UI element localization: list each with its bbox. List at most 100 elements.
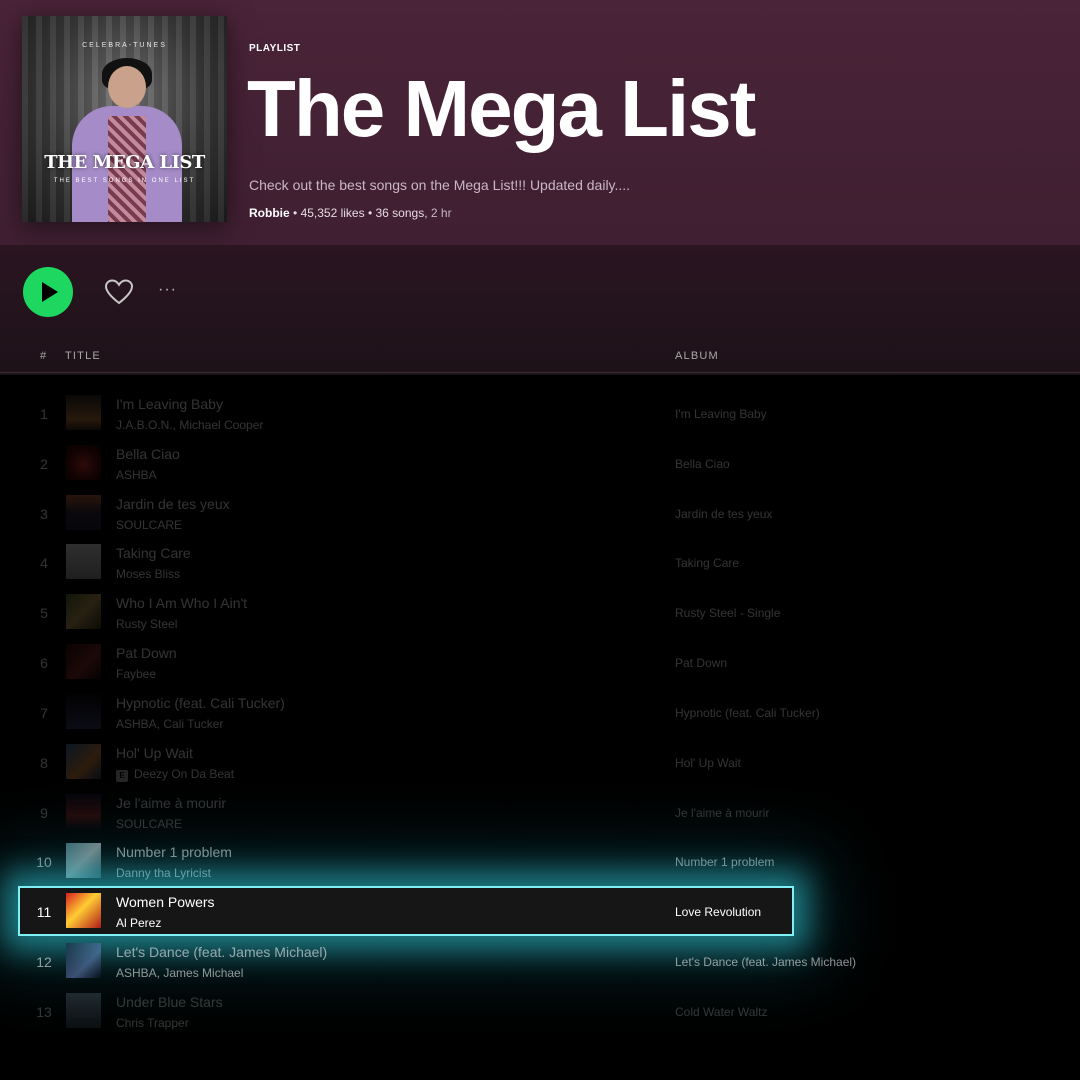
track-artist[interactable]: Danny tha Lyricist xyxy=(116,866,211,880)
track-row[interactable]: 2 Bella Ciao ASHBA Bella Ciao xyxy=(0,439,1080,487)
explicit-badge: E xyxy=(116,770,128,782)
album-art-thumbnail xyxy=(66,495,101,530)
track-artist[interactable]: Rusty Steel xyxy=(116,617,177,631)
track-artist[interactable]: ASHBA, James Michael xyxy=(116,966,243,980)
column-album[interactable]: ALBUM xyxy=(675,350,719,362)
album-art-thumbnail xyxy=(66,644,101,679)
track-album[interactable]: Rusty Steel - Single xyxy=(675,606,780,620)
track-row[interactable]: 7 Hypnotic (feat. Cali Tucker) ASHBA, Ca… xyxy=(0,688,1080,736)
track-row[interactable]: 4 Taking Care Moses Bliss Taking Care xyxy=(0,538,1080,586)
album-art-thumbnail xyxy=(66,794,101,829)
track-row[interactable]: 9 Je l'aime à mourir SOULCARE Je l'aime … xyxy=(0,788,1080,836)
track-number: 10 xyxy=(36,854,52,870)
track-album[interactable]: Love Revolution xyxy=(675,905,761,919)
track-number: 4 xyxy=(40,555,48,571)
track-list-header: # TITLE ALBUM xyxy=(0,340,1080,373)
track-artist[interactable]: E Deezy On Da Beat xyxy=(116,767,234,782)
album-art-thumbnail xyxy=(66,594,101,629)
track-title[interactable]: Let's Dance (feat. James Michael) xyxy=(116,944,327,960)
album-art-thumbnail xyxy=(66,744,101,779)
track-number: 12 xyxy=(36,954,52,970)
track-album[interactable]: Pat Down xyxy=(675,656,727,670)
track-title[interactable]: Under Blue Stars xyxy=(116,994,223,1010)
track-artist[interactable]: Chris Trapper xyxy=(116,1016,189,1030)
playlist-description: Check out the best songs on the Mega Lis… xyxy=(249,177,631,193)
playlist-kind-label: PLAYLIST xyxy=(249,43,301,54)
playlist-title: The Mega List xyxy=(247,64,756,153)
track-row[interactable]: 3 Jardin de tes yeux SOULCARE Jardin de … xyxy=(0,489,1080,537)
track-number: 7 xyxy=(40,705,48,721)
track-row[interactable]: 12 Let's Dance (feat. James Michael) ASH… xyxy=(0,937,1080,985)
meta-separator: • xyxy=(367,206,376,220)
track-artist[interactable]: Moses Bliss xyxy=(116,567,180,581)
album-art-thumbnail xyxy=(66,544,101,579)
heart-outline-icon[interactable] xyxy=(104,278,134,306)
play-button[interactable] xyxy=(23,267,73,317)
album-art-thumbnail xyxy=(66,993,101,1028)
track-title[interactable]: Hypnotic (feat. Cali Tucker) xyxy=(116,695,285,711)
track-row[interactable]: 5 Who I Am Who I Ain't Rusty Steel Rusty… xyxy=(0,588,1080,636)
track-artist-name[interactable]: Deezy On Da Beat xyxy=(134,767,234,781)
track-title[interactable]: I'm Leaving Baby xyxy=(116,396,223,412)
playlist-song-count: 36 songs, xyxy=(375,206,428,220)
track-row[interactable]: 6 Pat Down Faybee Pat Down xyxy=(0,638,1080,686)
cover-figure-face xyxy=(108,66,146,108)
track-row[interactable]: 10 Number 1 problem Danny tha Lyricist N… xyxy=(0,837,1080,885)
playlist-cover-image[interactable]: CELEBRA-TUNES THE MEGA LIST THE BEST SON… xyxy=(22,16,227,222)
track-album[interactable]: Je l'aime à mourir xyxy=(675,806,769,820)
cover-arc-text: CELEBRA-TUNES xyxy=(82,42,167,49)
album-art-thumbnail xyxy=(66,694,101,729)
album-art-thumbnail xyxy=(66,893,101,928)
track-album[interactable]: Hypnotic (feat. Cali Tucker) xyxy=(675,706,820,720)
action-bar: ··· # TITLE ALBUM xyxy=(0,245,1080,375)
track-number: 13 xyxy=(36,1004,52,1020)
track-artist[interactable]: ASHBA, Cali Tucker xyxy=(116,717,223,731)
track-title[interactable]: Number 1 problem xyxy=(116,844,232,860)
track-row-highlighted[interactable]: 11 Women Powers Al Perez Love Revolution xyxy=(18,886,794,936)
track-title[interactable]: Who I Am Who I Ain't xyxy=(116,595,247,611)
track-number: 5 xyxy=(40,605,48,621)
column-title[interactable]: TITLE xyxy=(65,350,101,362)
track-artist[interactable]: Al Perez xyxy=(116,916,161,930)
track-number: 8 xyxy=(40,755,48,771)
playlist-duration: 2 hr xyxy=(430,206,452,220)
playlist-meta: Robbie • 45,352 likes • 36 songs, 2 hr xyxy=(249,206,452,220)
cover-title-text: THE MEGA LIST xyxy=(44,152,205,173)
track-row[interactable]: 13 Under Blue Stars Chris Trapper Cold W… xyxy=(0,987,1080,1035)
track-artist[interactable]: SOULCARE xyxy=(116,817,182,831)
track-number: 3 xyxy=(40,506,48,522)
track-artist[interactable]: Faybee xyxy=(116,667,156,681)
track-album[interactable]: Number 1 problem xyxy=(675,855,774,869)
album-art-thumbnail xyxy=(66,843,101,878)
album-art-thumbnail xyxy=(66,395,101,430)
track-title[interactable]: Bella Ciao xyxy=(116,446,180,462)
playlist-owner-link[interactable]: Robbie xyxy=(249,206,290,220)
track-title[interactable]: Women Powers xyxy=(116,894,215,910)
track-album[interactable]: I'm Leaving Baby xyxy=(675,407,767,421)
track-album[interactable]: Hol' Up Wait xyxy=(675,756,741,770)
track-title[interactable]: Hol' Up Wait xyxy=(116,745,193,761)
track-title[interactable]: Taking Care xyxy=(116,545,191,561)
meta-separator: • xyxy=(293,206,301,220)
track-album[interactable]: Jardin de tes yeux xyxy=(675,507,772,521)
track-album[interactable]: Let's Dance (feat. James Michael) xyxy=(675,955,856,969)
playlist-likes: 45,352 likes xyxy=(300,206,365,220)
column-number: # xyxy=(40,350,48,362)
track-number: 1 xyxy=(40,406,48,422)
track-album[interactable]: Cold Water Waltz xyxy=(675,1005,767,1019)
track-row[interactable]: 8 Hol' Up Wait E Deezy On Da Beat Hol' Up… xyxy=(0,738,1080,786)
album-art-thumbnail xyxy=(66,445,101,480)
track-title[interactable]: Je l'aime à mourir xyxy=(116,795,226,811)
track-artist[interactable]: SOULCARE xyxy=(116,518,182,532)
track-title[interactable]: Jardin de tes yeux xyxy=(116,496,230,512)
track-album[interactable]: Bella Ciao xyxy=(675,457,730,471)
cover-subtitle-text: THE BEST SONGS IN ONE LIST xyxy=(53,178,196,184)
play-icon xyxy=(42,282,58,302)
track-album[interactable]: Taking Care xyxy=(675,556,739,570)
track-row[interactable]: 1 I'm Leaving Baby J.A.B.O.N., Michael C… xyxy=(0,389,1080,437)
more-options-button[interactable]: ··· xyxy=(158,281,184,301)
track-artist[interactable]: J.A.B.O.N., Michael Cooper xyxy=(116,418,263,432)
track-artist[interactable]: ASHBA xyxy=(116,468,157,482)
track-title[interactable]: Pat Down xyxy=(116,645,177,661)
track-number: 9 xyxy=(40,805,48,821)
